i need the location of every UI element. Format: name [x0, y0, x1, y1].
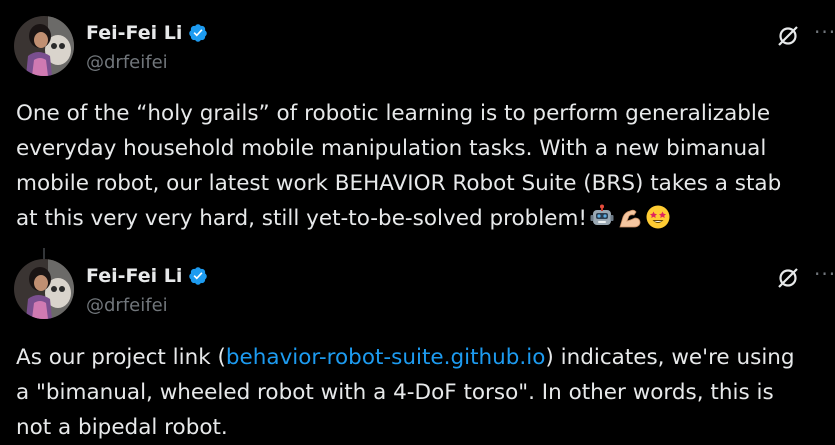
- tweet[interactable]: Fei-Fei Li @drfeifei ··· As our project …: [0, 240, 835, 444]
- tweet-text-line: One of the “holy grails” of robotic lear…: [16, 101, 771, 126]
- verified-badge-icon: [189, 267, 208, 285]
- author-handle[interactable]: @drfeifei: [86, 295, 168, 316]
- author-avatar[interactable]: [14, 259, 74, 319]
- star-struck-emoji: [646, 205, 670, 229]
- tweet-text-line: As our project link (behavior-robot-suit…: [16, 340, 831, 375]
- tweet-text-segment: As our project link (: [16, 345, 226, 370]
- avatar-photo: [14, 16, 74, 76]
- tweet-text-line: not a bipedal robot.: [16, 415, 228, 440]
- author-handle[interactable]: @drfeifei: [86, 52, 168, 73]
- grok-icon[interactable]: [776, 24, 800, 48]
- tweet-text-line-content: at this very very hard, still yet-to-be-…: [16, 206, 588, 231]
- project-link[interactable]: behavior-robot-suite.github.io: [226, 345, 545, 370]
- tweet-text-line: a "bimanual, wheeled robot with a 4-DoF …: [16, 380, 774, 405]
- author-name-text: Fei-Fei Li: [86, 22, 183, 44]
- more-options-icon[interactable]: ···: [814, 22, 835, 48]
- tweet-text-line: mobile robot, our latest work BEHAVIOR R…: [16, 171, 782, 196]
- author-avatar[interactable]: [14, 16, 74, 76]
- author-name[interactable]: Fei-Fei Li: [86, 265, 208, 287]
- tweet-text: As our project link (behavior-robot-suit…: [16, 340, 831, 445]
- author-name-text: Fei-Fei Li: [86, 265, 183, 287]
- robot-face-emoji: [590, 204, 614, 225]
- flexed-biceps-emoji: [619, 209, 641, 228]
- more-options-icon[interactable]: ···: [814, 264, 835, 290]
- tweet-text-line: everyday household mobile manipulation t…: [16, 136, 767, 161]
- tweet-text: One of the “holy grails” of robotic lear…: [16, 96, 831, 236]
- grok-icon[interactable]: [776, 266, 800, 290]
- tweet-text-line-last: at this very very hard, still yet-to-be-…: [16, 201, 831, 236]
- author-name[interactable]: Fei-Fei Li: [86, 22, 208, 44]
- avatar-photo: [14, 259, 74, 319]
- verified-badge-icon: [189, 24, 208, 42]
- tweet[interactable]: Fei-Fei Li @drfeifei ··· One of the “hol…: [0, 0, 835, 240]
- tweet-text-segment: ) indicates, we're using: [545, 345, 795, 370]
